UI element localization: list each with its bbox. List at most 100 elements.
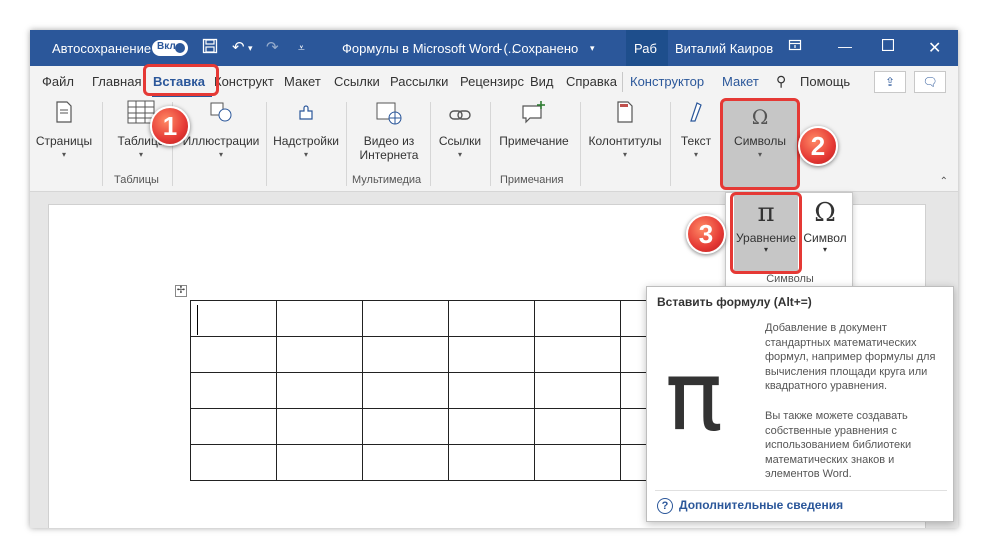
group-comments-label: Примечания [500,174,564,186]
autosave-label: Автосохранение [52,41,152,56]
table-cell[interactable] [276,408,363,445]
illustrations-button[interactable]: Иллюстрации ▾ [180,100,262,159]
tooltip-help-link[interactable]: ? Дополнительные сведения [657,498,843,514]
links-button[interactable]: Ссылки ▾ [434,100,486,159]
table-cell[interactable] [362,444,449,481]
equation-tooltip: Вставить формулу (Alt+=) π Добавление в … [646,286,954,522]
maximize-icon[interactable] [881,38,895,54]
highlight-insert-tab [143,64,219,96]
tab-search[interactable]: Помощь [800,74,850,89]
undo-icon[interactable]: ↶ [232,38,245,58]
close-icon[interactable]: ✕ [928,38,941,58]
table-row [190,444,707,481]
tab-home[interactable]: Главная [92,74,141,89]
comments-button[interactable]: 🗨 [914,71,946,93]
tab-references[interactable]: Ссылки [334,74,380,89]
document-table[interactable] [190,300,707,481]
table-cell[interactable] [448,408,535,445]
text-button[interactable]: Текст ▾ [674,100,718,159]
ribbon-user-area[interactable]: Раб [626,30,668,66]
customize-icon[interactable]: ⩡ [298,38,305,58]
ribbon-divider [490,102,491,186]
minimize-icon[interactable]: — [838,38,852,54]
tab-design[interactable]: Конструкт [214,74,274,89]
share-button[interactable]: ⇪ [874,71,906,93]
autosave-toggle[interactable]: Вкл. [152,40,188,56]
table-cell[interactable] [362,336,449,373]
table-cell[interactable] [534,444,621,481]
chevron-down-icon: ▾ [61,150,66,159]
header-footer-label: Колонтитулы [588,134,662,148]
undo-dropdown-icon[interactable]: ▾ [248,38,253,58]
tab-table-design[interactable]: Конструктор [630,74,704,89]
pi-icon: π [665,340,723,452]
user-name[interactable]: Виталий Каиров [675,41,773,56]
table-cell[interactable] [362,408,449,445]
text-icon [674,100,718,134]
collapse-ribbon-icon[interactable]: ⌃ [940,176,948,187]
table-cell[interactable] [190,408,277,445]
video-label-line2: Интернета [359,148,419,162]
table-cell[interactable] [362,300,449,337]
table-cell[interactable] [276,336,363,373]
table-cell[interactable] [190,300,277,337]
table-cell[interactable] [534,336,621,373]
help-link-label: Дополнительные сведения [679,498,844,512]
table-cell[interactable] [448,336,535,373]
pages-icon [34,100,94,134]
online-video-button[interactable]: Видео из Интернета [352,100,426,162]
comment-button[interactable]: Примечание [494,100,574,148]
redo-icon[interactable]: ↷ [266,38,279,58]
video-icon [352,100,426,134]
links-label: Ссылки [438,134,482,148]
tab-review[interactable]: Рецензирс [460,74,524,89]
separator-dash: - [498,41,503,56]
ribbon-divider [346,102,347,186]
table-move-handle-icon[interactable]: ✢ [175,285,187,297]
group-media-label: Мультимедиа [352,174,422,186]
pages-button[interactable]: Страницы ▾ [34,100,94,159]
tab-table-layout[interactable]: Макет [722,74,759,89]
table-cell[interactable] [362,372,449,409]
table-cell[interactable] [448,372,535,409]
table-cell[interactable] [276,444,363,481]
symbol-button[interactable]: Ω Символ ▾ [800,193,850,273]
step-badge-3: 3 [686,214,726,254]
chevron-down-icon: ▾ [622,150,627,159]
table-cell[interactable] [534,408,621,445]
ribbon-divider [266,102,267,186]
tooltip-description-2: Вы также можете создавать собственные ур… [765,410,912,480]
saved-dropdown-icon[interactable]: ▾ [590,43,595,54]
text-cursor [197,305,198,335]
table-cell[interactable] [190,372,277,409]
word-window: Автосохранение Вкл. ↶ ▾ ↷ ⩡ Формулы в Mi… [30,30,958,528]
table-cell[interactable] [448,444,535,481]
table-cell[interactable] [448,300,535,337]
title-bar: Автосохранение Вкл. ↶ ▾ ↷ ⩡ Формулы в Mi… [30,30,958,66]
tab-file[interactable]: Файл [42,74,74,89]
table-cell[interactable] [534,300,621,337]
shapes-icon [180,100,262,134]
ribbon-divider [430,102,431,186]
ribbon-display-icon[interactable] [788,38,802,55]
table-cell[interactable] [276,300,363,337]
tab-layout[interactable]: Макет [284,74,321,89]
table-cell[interactable] [534,372,621,409]
symbol-label: Символ [803,231,847,245]
search-icon[interactable]: ⚲ [776,73,786,90]
tab-view[interactable]: Вид [530,74,554,89]
table-cell[interactable] [190,336,277,373]
illustrations-label: Иллюстрации [182,134,260,148]
highlight-symbols-button [720,98,800,190]
tab-help[interactable]: Справка [566,74,617,89]
header-footer-button[interactable]: Колонтитулы ▾ [584,100,666,159]
document-title: Формулы в Microsoft Word (... [342,41,519,56]
addins-button[interactable]: Надстройки ▾ [270,100,342,159]
saved-status[interactable]: Сохранено [512,41,578,56]
table-cell[interactable] [190,444,277,481]
tab-mailings[interactable]: Рассылки [390,74,448,89]
chevron-down-icon: ▾ [822,245,827,254]
tooltip-description: Добавление в документ стандартных матема… [765,322,936,392]
save-icon[interactable] [202,38,218,60]
table-cell[interactable] [276,372,363,409]
